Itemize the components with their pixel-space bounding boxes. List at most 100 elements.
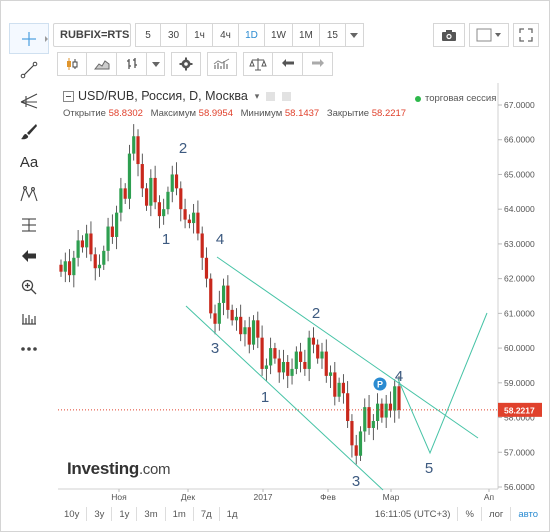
legend-settings-icon[interactable] bbox=[266, 91, 276, 101]
candle-body bbox=[324, 351, 328, 376]
price-tick-label: 62.0000 bbox=[504, 274, 535, 284]
low-label: Минимум bbox=[240, 108, 283, 119]
clock-time[interactable]: 16:11:05 (UTC+3) bbox=[368, 504, 458, 524]
chart-widget: RUBFIX=RTS 5 30 1ч 4ч 1D 1W 1M 15 Aa 67.… bbox=[0, 0, 550, 532]
candle-body bbox=[298, 351, 303, 362]
candle-body bbox=[384, 403, 388, 418]
candle-body bbox=[93, 254, 97, 269]
candle-body bbox=[192, 212, 196, 224]
candle-body bbox=[196, 212, 200, 234]
candle-body bbox=[371, 421, 375, 428]
candle-body bbox=[166, 191, 170, 210]
candle-body bbox=[153, 177, 157, 203]
price-chart[interactable]: 67.0000 66.0000 65.0000 64.0000 63.0000 62.00… bbox=[1, 1, 550, 532]
candle-body bbox=[170, 174, 174, 192]
candle-body bbox=[358, 431, 363, 456]
candle-body bbox=[149, 177, 153, 206]
price-tick-label: 56.0000 bbox=[504, 482, 535, 492]
auto-toggle[interactable]: авто bbox=[511, 504, 545, 524]
candle-body bbox=[230, 309, 234, 321]
price-tick-label: 60.0000 bbox=[504, 343, 535, 353]
wave-label: 1 bbox=[162, 231, 170, 248]
wave-label: 3 bbox=[211, 340, 219, 357]
wave-label: 4 bbox=[395, 368, 403, 385]
candle-body bbox=[393, 386, 397, 411]
range-7d[interactable]: 7д bbox=[194, 504, 219, 524]
bottom-right-controls: 16:11:05 (UTC+3) % лог авто bbox=[368, 504, 545, 524]
candle-body bbox=[328, 372, 333, 376]
candle-body bbox=[260, 337, 264, 369]
candle-body bbox=[179, 188, 183, 210]
session-dot-icon bbox=[415, 95, 421, 102]
candle-body bbox=[337, 382, 341, 397]
candle-body bbox=[63, 261, 67, 272]
candle-body bbox=[136, 136, 140, 165]
candle-body bbox=[376, 403, 380, 422]
candle-body bbox=[204, 257, 209, 279]
time-tick-label: Дек bbox=[181, 492, 195, 502]
candle-body bbox=[320, 351, 324, 359]
log-toggle[interactable]: лог bbox=[482, 504, 510, 524]
investing-logo: Investing.com bbox=[67, 459, 171, 479]
candle-body bbox=[140, 164, 144, 189]
range-10y[interactable]: 10y bbox=[57, 504, 86, 524]
time-tick-label: Ноя bbox=[111, 492, 127, 502]
percent-toggle[interactable]: % bbox=[458, 504, 480, 524]
candle-body bbox=[217, 302, 221, 324]
candle-body bbox=[277, 358, 281, 373]
candle-body bbox=[80, 240, 84, 248]
candle-body bbox=[294, 351, 298, 369]
wave-label: 4 bbox=[216, 231, 224, 248]
range-3m[interactable]: 3m bbox=[137, 504, 164, 524]
chart-legend: USD/RUB, Россия, D, Москва ▾ bbox=[63, 89, 292, 103]
time-tick-label: Фев bbox=[320, 492, 336, 502]
time-tick-label: Мар bbox=[383, 492, 400, 502]
candle-body bbox=[239, 316, 243, 335]
candle-body bbox=[110, 226, 114, 237]
collapse-legend-icon[interactable] bbox=[63, 90, 74, 102]
high-label: Максимум bbox=[150, 108, 197, 119]
candle-body bbox=[209, 278, 213, 314]
range-1y[interactable]: 1y bbox=[112, 504, 136, 524]
candle-body bbox=[316, 344, 320, 359]
wave-label: 5 bbox=[425, 460, 433, 477]
candle-body bbox=[127, 153, 132, 199]
price-tick-label: 65.0000 bbox=[504, 169, 535, 179]
candle-body bbox=[72, 257, 76, 276]
plot-area bbox=[58, 83, 498, 489]
candle-body bbox=[333, 372, 337, 397]
legend-close-icon[interactable] bbox=[282, 91, 292, 101]
wave-label: 2 bbox=[312, 305, 320, 322]
range-1d[interactable]: 1д bbox=[220, 504, 245, 524]
candle-body bbox=[346, 393, 350, 422]
candle-body bbox=[264, 365, 268, 369]
candle-body bbox=[251, 320, 256, 345]
open-value: 58.8302 bbox=[108, 108, 143, 119]
candle-body bbox=[380, 403, 384, 418]
price-tick-label: 67.0000 bbox=[504, 100, 535, 110]
session-label: торговая сессия bbox=[425, 93, 497, 104]
candle-body bbox=[281, 361, 286, 373]
candle-body bbox=[354, 445, 358, 456]
candle-body bbox=[132, 136, 136, 154]
price-tick-label: 66.0000 bbox=[504, 135, 535, 145]
candle-body bbox=[290, 368, 294, 376]
price-tick-label: 57.0000 bbox=[504, 447, 535, 457]
range-3y[interactable]: 3y bbox=[87, 504, 111, 524]
candle-body bbox=[286, 361, 290, 376]
candle-body bbox=[397, 386, 401, 410]
candle-body bbox=[213, 313, 217, 324]
candle-body bbox=[307, 337, 311, 369]
candle-body bbox=[226, 285, 230, 310]
logo-main: Investing bbox=[67, 459, 139, 478]
range-1m[interactable]: 1m bbox=[166, 504, 193, 524]
candle-body bbox=[85, 233, 89, 248]
caret-down-icon[interactable]: ▾ bbox=[255, 91, 260, 102]
low-value: 58.1437 bbox=[284, 108, 320, 119]
candle-body bbox=[76, 240, 80, 258]
candle-body bbox=[341, 382, 345, 394]
candle-body bbox=[174, 174, 179, 189]
close-label: Закрытие bbox=[326, 108, 370, 119]
candle-body bbox=[243, 327, 247, 335]
price-tick-label: 64.0000 bbox=[504, 204, 535, 214]
